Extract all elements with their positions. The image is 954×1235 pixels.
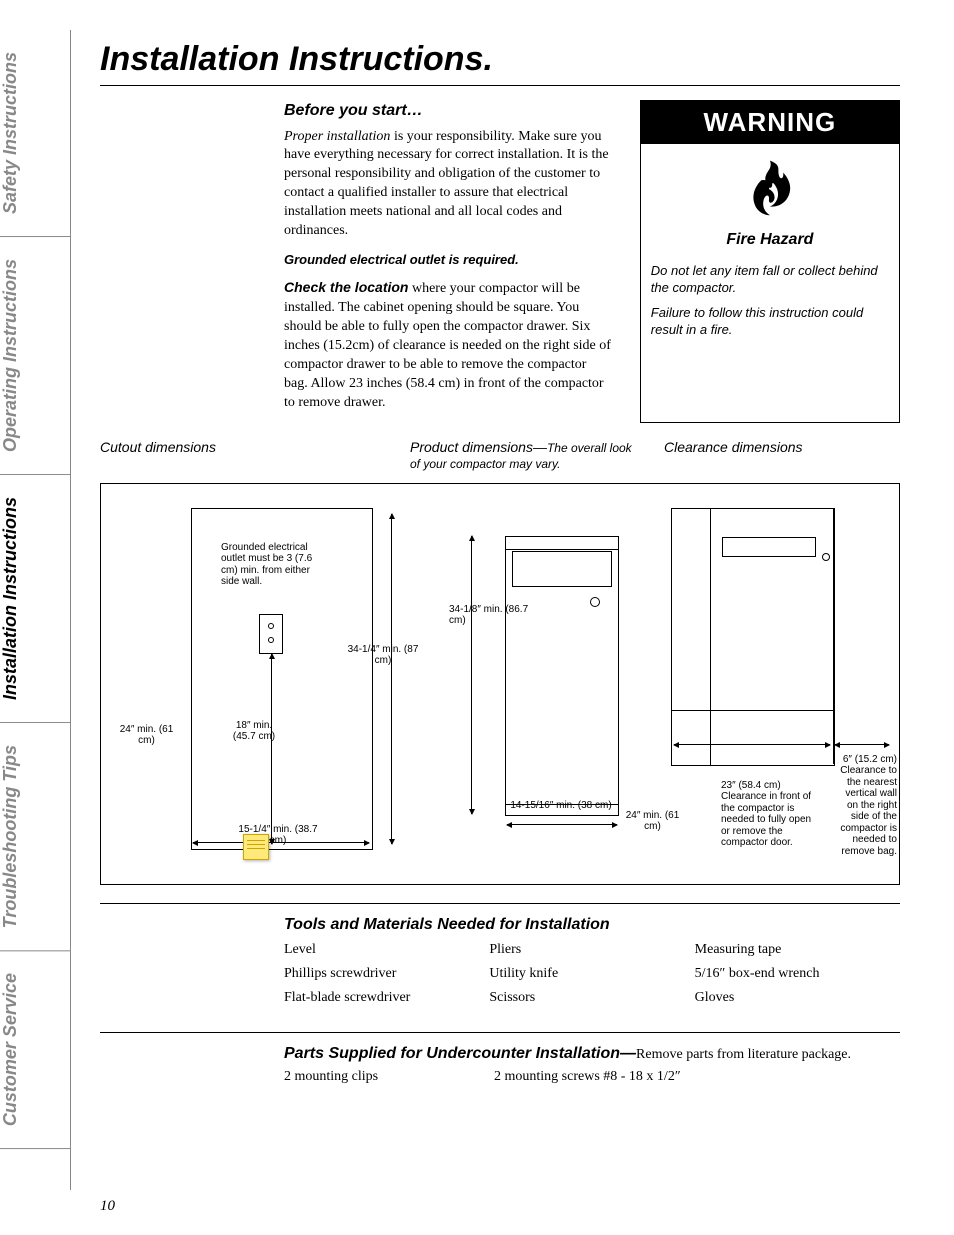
side-tab-installation[interactable]: Installation Instructions bbox=[0, 475, 70, 723]
clearance-drawing bbox=[671, 508, 835, 766]
tool: Utility knife bbox=[489, 966, 694, 982]
sticky-note-icon[interactable] bbox=[243, 834, 269, 860]
side-tab-troubleshooting[interactable]: Troubleshooting Tips bbox=[0, 723, 70, 951]
intro-block: Before you start… Proper installation is… bbox=[284, 100, 612, 423]
warning-box: WARNING Fire Hazard Do not let any item … bbox=[640, 100, 900, 423]
side-tab-operating[interactable]: Operating Instructions bbox=[0, 237, 70, 475]
side-divider bbox=[70, 30, 71, 1190]
diagram: Grounded electrical outlet must be 3 (7.… bbox=[100, 483, 900, 885]
clear-side-note: 6″ (15.2 cm) Clearance to the nearest ve… bbox=[837, 754, 897, 858]
parts-grid: 2 mounting clips 2 mounting screws #8 - … bbox=[284, 1069, 900, 1085]
dim-24in: 24″ min. (61 cm) bbox=[119, 724, 174, 747]
part: 2 mounting screws #8 - 18 x 1/2″ bbox=[494, 1069, 704, 1085]
part: 2 mounting clips bbox=[284, 1069, 494, 1085]
parts-heading-lead: Parts Supplied for Undercounter Installa… bbox=[284, 1045, 636, 1062]
arrow-clear-front bbox=[674, 744, 830, 745]
page-content: Installation Instructions. Before you st… bbox=[100, 0, 950, 1085]
parts-heading: Parts Supplied for Undercounter Installa… bbox=[284, 1045, 900, 1063]
side-tab-safety[interactable]: Safety Instructions bbox=[0, 30, 70, 237]
tools-grid: Level Phillips screwdriver Flat-blade sc… bbox=[284, 940, 900, 1014]
intro-p2-rest: where your compactor will be installed. … bbox=[284, 281, 611, 409]
side-nav: Safety Instructions Operating Instructio… bbox=[0, 30, 70, 1190]
tool: Level bbox=[284, 942, 489, 958]
dim-34in: 34-1/4″ min. (87 cm) bbox=[343, 644, 423, 667]
dim-prod-width: 14-15/16″ min. (38 cm) bbox=[501, 800, 621, 812]
rule-2 bbox=[100, 903, 900, 904]
fire-icon bbox=[641, 144, 899, 231]
warning-line1: Do not let any item fall or collect behi… bbox=[651, 263, 889, 297]
tools-section: Tools and Materials Needed for Installat… bbox=[284, 916, 900, 1014]
parts-heading-rest: Remove parts from literature package. bbox=[636, 1047, 851, 1062]
dim-headings: Cutout dimensions Product dimensions—The… bbox=[100, 439, 900, 471]
cutout-heading: Cutout dimensions bbox=[100, 439, 400, 471]
rule-3 bbox=[100, 1032, 900, 1033]
clear-front-note: 23″ (58.4 cm) Clearance in front of the … bbox=[721, 780, 821, 849]
arrow-prod-w bbox=[507, 824, 617, 825]
tool: Flat-blade screwdriver bbox=[284, 990, 489, 1006]
tool: Gloves bbox=[695, 990, 900, 1006]
warning-header: WARNING bbox=[641, 101, 899, 144]
clearance-heading: Clearance dimensions bbox=[664, 439, 884, 471]
outlet-label: Grounded electrical outlet must be 3 (7.… bbox=[221, 542, 331, 588]
title-rule bbox=[100, 85, 900, 86]
tools-heading: Tools and Materials Needed for Installat… bbox=[284, 916, 900, 934]
intro-p2-lead: Check the location bbox=[284, 279, 408, 295]
tools-col1: Level Phillips screwdriver Flat-blade sc… bbox=[284, 940, 489, 1014]
tool: Measuring tape bbox=[695, 942, 900, 958]
arrow-clear-side bbox=[835, 744, 889, 745]
intro-p1: Proper installation is your responsibili… bbox=[284, 128, 612, 241]
warning-body: Do not let any item fall or collect behi… bbox=[641, 257, 899, 349]
tool: Phillips screwdriver bbox=[284, 966, 489, 982]
outlet-icon bbox=[259, 614, 283, 654]
dim-prod-height: 34-1/8″ min. (86.7 cm) bbox=[449, 604, 539, 627]
compactor-drawing bbox=[505, 536, 619, 816]
intro-p1-lead: Proper installation bbox=[284, 129, 390, 144]
grounded-required: Grounded electrical outlet is required. bbox=[284, 251, 612, 269]
intro-p1-rest: is your responsibility. Make sure you ha… bbox=[284, 129, 609, 238]
before-you-start-heading: Before you start… bbox=[284, 100, 612, 122]
intro-row: Before you start… Proper installation is… bbox=[100, 100, 900, 423]
tool: Pliers bbox=[489, 942, 694, 958]
fire-hazard-label: Fire Hazard bbox=[641, 231, 899, 257]
page-title: Installation Instructions. bbox=[100, 40, 900, 79]
product-heading-lead: Product dimensions— bbox=[410, 439, 547, 455]
arrow-prod-h bbox=[471, 536, 472, 814]
side-tab-customer[interactable]: Customer Service bbox=[0, 951, 70, 1149]
arrow-34in bbox=[391, 514, 392, 844]
intro-p2: Check the location where your compactor … bbox=[284, 278, 612, 412]
arrow-18in bbox=[271, 654, 272, 844]
page-number: 10 bbox=[100, 1198, 115, 1215]
clear-wall bbox=[833, 508, 834, 764]
dim-18in: 18″ min. (45.7 cm) bbox=[229, 720, 279, 743]
tools-col2: Pliers Utility knife Scissors bbox=[489, 940, 694, 1014]
tool: Scissors bbox=[489, 990, 694, 1006]
tools-col3: Measuring tape 5/16″ box-end wrench Glov… bbox=[695, 940, 900, 1014]
product-heading: Product dimensions—The overall look of y… bbox=[410, 439, 640, 471]
parts-section: Parts Supplied for Undercounter Installa… bbox=[284, 1045, 900, 1085]
tool: 5/16″ box-end wrench bbox=[695, 966, 900, 982]
warning-line2: Failure to follow this instruction could… bbox=[651, 305, 889, 339]
dim-prod-depth: 24″ min. (61 cm) bbox=[625, 810, 680, 833]
